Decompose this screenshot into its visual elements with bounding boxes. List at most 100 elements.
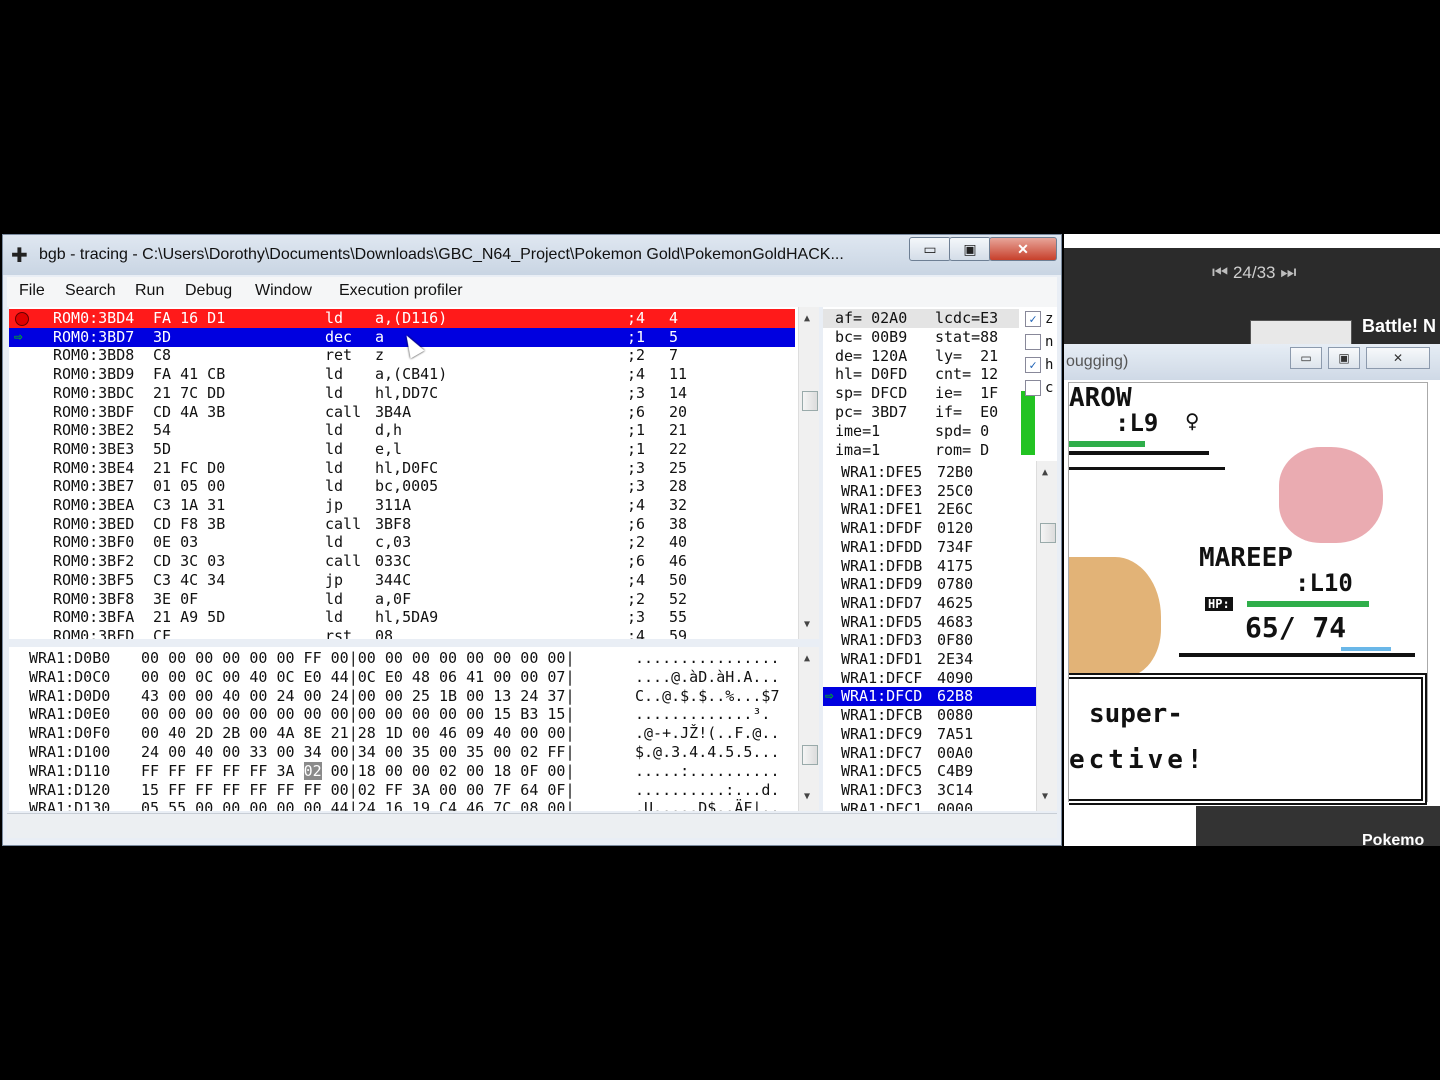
stack-row[interactable]: WRA1:DFD5 4683: [823, 613, 1037, 632]
stack-row[interactable]: WRA1:DFDF 0120: [823, 519, 1037, 538]
memory-row[interactable]: WRA1:D0F0 00 40 2D 2B 00 4A 8E 21|28 1D 0…: [9, 724, 797, 743]
game-screen[interactable]: AROW :L9 ♀ MAREEP :L10 HP: 65/ 74 super-…: [1068, 382, 1428, 805]
flag-c-checkbox[interactable]: [1025, 380, 1041, 396]
flag-n-checkbox[interactable]: [1025, 334, 1041, 350]
total-cycles: 52: [669, 589, 688, 608]
next-icon[interactable]: ⏭: [1280, 262, 1296, 282]
breakpoint-icon[interactable]: [15, 312, 29, 326]
stack-row[interactable]: WRA1:DFE1 2E6C: [823, 500, 1037, 519]
disassembly-row[interactable]: ROM0:3BDF CD 4A 3B call 3B4A ;6 20: [9, 403, 795, 422]
flag-h-label: h: [1045, 357, 1054, 373]
stack-row[interactable]: WRA1:DFC3 3C14: [823, 781, 1037, 800]
tab-battle[interactable]: Battle! N: [1362, 316, 1436, 337]
stack-scrollbar[interactable]: ▲ ▼: [1036, 461, 1057, 811]
scroll-down-icon[interactable]: ▼: [804, 619, 810, 630]
stack-row[interactable]: WRA1:DFD3 0F80: [823, 631, 1037, 650]
emulator-close-button[interactable]: ✕: [1366, 347, 1430, 369]
memory-scrollbar[interactable]: ▲ ▼: [798, 647, 819, 811]
stack-row[interactable]: ⇨ WRA1:DFCD 62B8: [823, 687, 1037, 707]
flag-h-checkbox[interactable]: ✓: [1025, 357, 1041, 373]
scroll-down-icon[interactable]: ▼: [1042, 791, 1048, 802]
disassembly-row[interactable]: ROM0:3BF0 0E 03 ld c,03 ;2 40: [9, 533, 795, 552]
register-row[interactable]: pc= 3BD7 if= E0: [823, 403, 1019, 422]
status-bar: [7, 813, 1057, 838]
emulator-maximize-button[interactable]: ▣: [1328, 347, 1360, 369]
stack-row[interactable]: WRA1:DFE5 72B0: [823, 463, 1037, 482]
pager-count: 24/33: [1232, 263, 1276, 282]
disassembly-row[interactable]: ROM0:3BEA C3 1A 31 jp 311A ;4 32: [9, 496, 795, 515]
memory-row[interactable]: WRA1:D100 24 00 40 00 33 00 34 00|34 00 3…: [9, 743, 797, 762]
stack-pane[interactable]: WRA1:DFE5 72B0 WRA1:DFE3 25C0 WRA1:DFE1 2E6C W…: [823, 461, 1057, 811]
bottom-tab-label[interactable]: Pokemo: [1362, 832, 1424, 846]
memory-row[interactable]: WRA1:D0C0 00 00 0C 00 40 0C E0 44|0C E0 4…: [9, 668, 797, 687]
maximize-button[interactable]: ▣: [949, 237, 991, 261]
memory-pane[interactable]: WRA1:D0B0 00 00 00 00 00 00 FF 00|00 00 0…: [9, 647, 819, 811]
flag-z-checkbox[interactable]: ✓: [1025, 311, 1041, 327]
stack-row[interactable]: WRA1:DFC9 7A51: [823, 725, 1037, 744]
memory-row[interactable]: WRA1:D0D0 43 00 00 40 00 24 00 24|00 00 2…: [9, 687, 797, 706]
menu-window[interactable]: Window: [255, 282, 312, 300]
disassembly-row[interactable]: ROM0:3BE2 54 ld d,h ;1 21: [9, 421, 795, 440]
minimize-button[interactable]: ▭: [909, 237, 951, 261]
memory-row[interactable]: WRA1:D0E0 00 00 00 00 00 00 00 00|00 00 0…: [9, 705, 797, 724]
menu-debug[interactable]: Debug: [185, 282, 232, 300]
memory-row[interactable]: WRA1:D120 15 FF FF FF FF FF FF 00|02 FF 3…: [9, 781, 797, 800]
scroll-thumb[interactable]: [802, 745, 818, 765]
previous-icon[interactable]: ⏮: [1212, 262, 1228, 282]
scroll-up-icon[interactable]: ▲: [1042, 467, 1048, 478]
disassembly-row[interactable]: ROM0:3BD8 C8 ret z ;2 7: [9, 346, 795, 365]
disassembly-row[interactable]: ROM0:3BF5 C3 4C 34 jp 344C ;4 50: [9, 571, 795, 590]
menu-execution-profiler[interactable]: Execution profiler: [339, 282, 463, 300]
register-row[interactable]: sp= DFCD ie= 1F: [823, 384, 1019, 403]
disassembly-row[interactable]: ROM0:3BE7 01 05 00 ld bc,0005 ;3 28: [9, 477, 795, 496]
disassembly-row[interactable]: ROM0:3BF2 CD 3C 03 call 033C ;6 46: [9, 552, 795, 571]
memory-row[interactable]: WRA1:D0B0 00 00 00 00 00 00 FF 00|00 00 0…: [9, 649, 797, 668]
registers-pane[interactable]: af= 02A0 lcdc=E3 bc= 00B9 stat=88 de= 120A ly…: [823, 307, 1057, 461]
close-button[interactable]: ✕: [989, 237, 1057, 261]
stack-row[interactable]: WRA1:DFCF 4090: [823, 669, 1037, 688]
register-row[interactable]: af= 02A0 lcdc=E3: [823, 309, 1019, 328]
scroll-thumb[interactable]: [802, 391, 818, 411]
stack-row[interactable]: WRA1:DFC7 00A0: [823, 744, 1037, 763]
register-row[interactable]: ime=1 spd= 0: [823, 422, 1019, 441]
stack-row[interactable]: WRA1:DFD1 2E34: [823, 650, 1037, 669]
menu-search[interactable]: Search: [65, 282, 116, 300]
stack-row[interactable]: WRA1:DFDB 4175: [823, 557, 1037, 576]
address: ROM0:3BFA: [53, 608, 135, 627]
disassembly-row[interactable]: ROM0:3BDC 21 7C DD ld hl,DD7C ;3 14: [9, 384, 795, 403]
stack-row[interactable]: WRA1:DFC5 C4B9: [823, 762, 1037, 781]
emulator-minimize-button[interactable]: ▭: [1290, 347, 1322, 369]
disassembly-row[interactable]: ROM0:3BD9 FA 41 CB ld a,(CB41) ;4 11: [9, 365, 795, 384]
disassembly-scrollbar[interactable]: ▲ ▼: [798, 307, 819, 639]
disassembly-row[interactable]: ROM0:3BED CD F8 3B call 3BF8 ;6 38: [9, 515, 795, 534]
scroll-up-icon[interactable]: ▲: [804, 313, 810, 324]
menu-file[interactable]: File: [19, 282, 45, 300]
stack-row[interactable]: WRA1:DFDD 734F: [823, 538, 1037, 557]
stack-row[interactable]: WRA1:DFC1 0000: [823, 800, 1037, 811]
register-row[interactable]: hl= D0FD cnt= 12: [823, 365, 1019, 384]
register-left: ima=1: [835, 440, 881, 459]
register-row[interactable]: ima=1 rom= D: [823, 441, 1019, 460]
cycles: ;3: [627, 458, 646, 477]
stack-row[interactable]: WRA1:DFE3 25C0: [823, 482, 1037, 501]
stack-row[interactable]: WRA1:DFD9 0780: [823, 575, 1037, 594]
disassembly-row[interactable]: ROM0:3BE3 5D ld e,l ;1 22: [9, 440, 795, 459]
scroll-thumb[interactable]: [1040, 523, 1056, 543]
disassembly-row[interactable]: ROM0:3BF8 3E 0F ld a,0F ;2 52: [9, 590, 795, 609]
scroll-up-icon[interactable]: ▲: [804, 653, 810, 664]
memory-row[interactable]: WRA1:D130 05 55 00 00 00 00 00 44|24 16 1…: [9, 799, 797, 811]
disassembly-row[interactable]: ROM0:3BFD CF rst 08 ;4 59: [9, 627, 795, 639]
disassembly-row[interactable]: ROM0:3BE4 21 FC D0 ld hl,D0FC ;3 25: [9, 459, 795, 478]
address: ROM0:3BE2: [53, 421, 135, 440]
menu-run[interactable]: Run: [135, 282, 164, 300]
stack-row[interactable]: WRA1:DFCB 0080: [823, 706, 1037, 725]
register-row[interactable]: bc= 00B9 stat=88: [823, 328, 1019, 347]
stack-row[interactable]: WRA1:DFD7 4625: [823, 594, 1037, 613]
disassembly-row[interactable]: ROM0:3BFA 21 A9 5D ld hl,5DA9 ;3 55: [9, 608, 795, 627]
disassembly-pane[interactable]: ROM0:3BD4 FA 16 D1 ld a,(D116) ;4 4 ⇨ ROM0:3BD7…: [9, 307, 819, 639]
memory-cursor[interactable]: 02: [303, 761, 322, 780]
scroll-down-icon[interactable]: ▼: [804, 791, 810, 802]
register-row[interactable]: de= 120A ly= 21: [823, 347, 1019, 366]
memory-row[interactable]: WRA1:D110 FF FF FF FF FF 3A 02 00|18 00 0…: [9, 761, 797, 781]
disassembly-row[interactable]: ROM0:3BD4 FA 16 D1 ld a,(D116) ;4 4: [9, 309, 795, 328]
